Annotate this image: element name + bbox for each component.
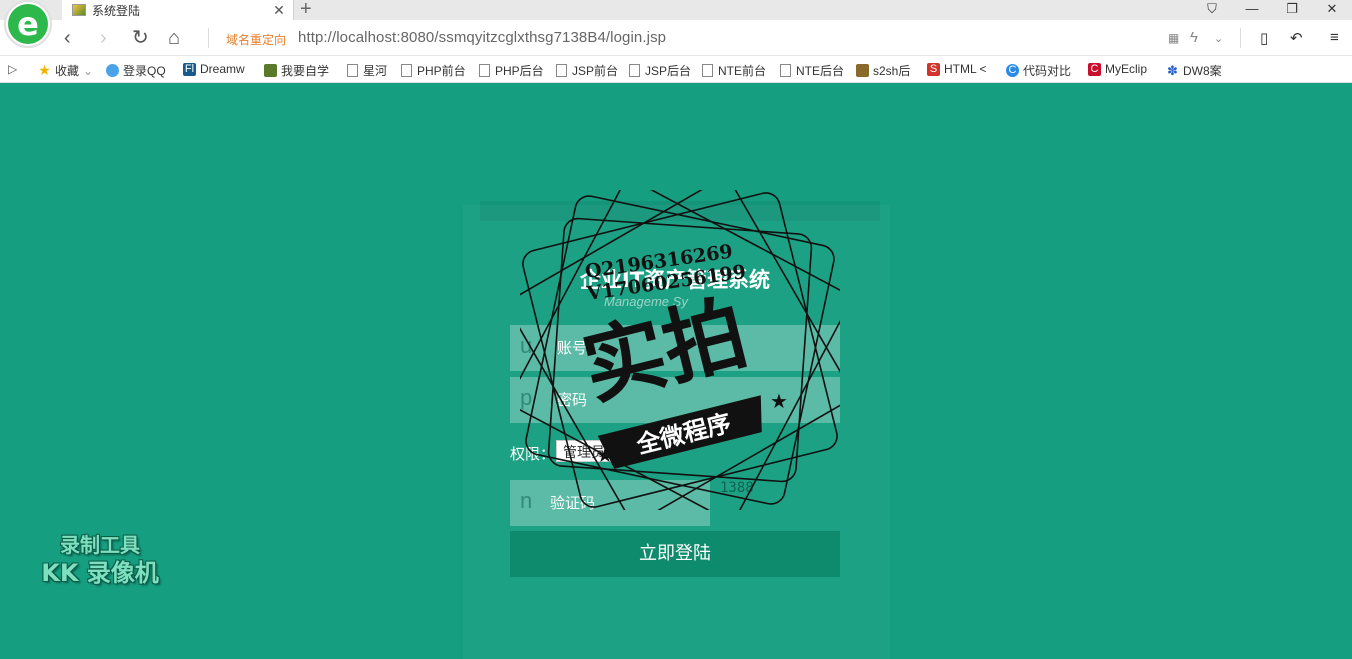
captcha-icon: n [520, 488, 533, 513]
qr-code-icon[interactable]: ▦ [1168, 31, 1179, 45]
new-tab-button[interactable]: + [300, 0, 312, 21]
lock-icon: p [520, 385, 533, 410]
permission-label: 权限： [510, 446, 556, 463]
undo-icon[interactable]: ↶ [1290, 29, 1303, 47]
bookmark-item[interactable]: PHP后台 [479, 62, 544, 79]
doc-icon [556, 64, 567, 77]
browser-logo-icon[interactable]: e [4, 0, 52, 48]
nav-divider [208, 28, 209, 48]
system-subtitle: Manageme Sy [604, 294, 688, 309]
login-panel-header [480, 201, 880, 221]
doc-icon [780, 64, 791, 77]
html-icon: S [927, 62, 940, 76]
login-button[interactable]: 立即登陆 [510, 531, 840, 577]
system-title: 企业IT资产管理系统 [579, 268, 771, 292]
reader-icon[interactable]: ▯ [1260, 29, 1268, 47]
home-icon[interactable]: ⌂ [168, 26, 180, 50]
navigation-bar: ‹ › ↻ ⌂ 域名重定向 http://localhost:8080/ssmq… [0, 20, 1352, 56]
bookmark-item[interactable]: 星河 [347, 62, 387, 79]
doc-icon [347, 64, 358, 77]
book-icon [264, 64, 277, 77]
refresh-icon[interactable]: ↻ [132, 26, 149, 50]
menu-icon[interactable]: ≡ [1330, 29, 1339, 46]
bookmark-item[interactable]: C 代码对比 [1006, 62, 1071, 79]
bookmark-item[interactable]: ★ 收藏 ⌄ [38, 62, 93, 79]
window-controls: ⛉ — ❐ ✕ [1192, 0, 1352, 20]
bookmark-item[interactable]: ✽ DW8案 [1166, 62, 1222, 79]
nav-divider [1240, 28, 1241, 48]
tab-title: 系统登陆 [92, 3, 141, 18]
username-input[interactable] [557, 325, 827, 371]
qq-icon [106, 64, 119, 77]
captcha-image[interactable]: 1388 [720, 480, 754, 496]
star-icon: ★ [38, 62, 51, 78]
restore-button[interactable]: ❐ [1272, 0, 1312, 20]
watermark-line1: 录制工具 [60, 533, 140, 557]
dreamweaver-icon: Fl [183, 62, 196, 76]
bookmark-item[interactable]: JSP前台 [556, 62, 618, 79]
permission-select[interactable]: 管理员 [556, 440, 642, 462]
bookmark-item[interactable]: C MyEclip [1088, 62, 1147, 76]
password-field: p [510, 377, 840, 423]
forward-arrow-icon[interactable]: › [100, 26, 107, 50]
browser-tab[interactable]: 系统登陆 ✕ [62, 0, 294, 20]
address-bar[interactable]: http://localhost:8080/ssmqyitzcglxthsg71… [298, 29, 666, 46]
tab-close-icon[interactable]: ✕ [271, 2, 287, 19]
sidebar-toggle-icon[interactable]: ▷ [8, 62, 17, 76]
bookmark-item[interactable]: JSP后台 [629, 62, 691, 79]
bookmark-item[interactable]: NTE后台 [780, 62, 844, 79]
bookmark-item[interactable]: 登录QQ [106, 62, 166, 79]
chevron-down-icon[interactable]: ⌄ [1214, 32, 1223, 45]
bookmark-item[interactable]: s2sh后 [856, 62, 910, 79]
bookmark-item[interactable]: 我要自学 [264, 62, 329, 79]
skin-icon[interactable]: ⛉ [1192, 0, 1232, 20]
paw-icon: ✽ [1167, 63, 1178, 78]
doc-icon [629, 64, 640, 77]
myeclipse-icon: C [1088, 62, 1101, 76]
bookmarks-bar: ▷ ★ 收藏 ⌄ 登录QQ Fl Dreamw 我要自学 星河 PHP前台 PHP后台… [0, 56, 1352, 83]
bookmark-item[interactable]: NTE前台 [702, 62, 766, 79]
bookmark-item[interactable]: PHP前台 [401, 62, 466, 79]
user-icon: u [520, 333, 533, 358]
username-field: u [510, 325, 840, 371]
bookmark-item[interactable]: Fl Dreamw [183, 62, 245, 76]
watermark-line2: KK 录像机 [41, 559, 159, 587]
image-icon [856, 64, 869, 77]
bookmark-item[interactable]: S HTML < [927, 62, 987, 76]
doc-icon [401, 64, 412, 77]
recorder-watermark: 录制工具 KK 录像机 [30, 532, 170, 588]
captcha-field: n [510, 480, 710, 526]
doc-icon [702, 64, 713, 77]
password-input[interactable] [557, 377, 827, 423]
compare-icon: C [1006, 64, 1019, 77]
captcha-input[interactable] [550, 480, 700, 526]
back-arrow-icon[interactable]: ‹ [64, 26, 71, 50]
doc-icon [479, 64, 490, 77]
minimize-button[interactable]: — [1232, 0, 1272, 20]
login-page: 企业IT资产管理系统 Manageme Sy u p 权限： 管理员 n 138… [0, 84, 1352, 659]
close-window-button[interactable]: ✕ [1312, 0, 1352, 20]
lightning-icon[interactable]: ϟ [1190, 29, 1198, 46]
tab-favicon-icon [72, 4, 86, 16]
redirect-label[interactable]: 域名重定向 [226, 31, 286, 48]
title-bar: 系统登陆 ✕ + ⛉ — ❐ ✕ [0, 0, 1352, 20]
chevron-down-icon: ⌄ [83, 63, 94, 78]
